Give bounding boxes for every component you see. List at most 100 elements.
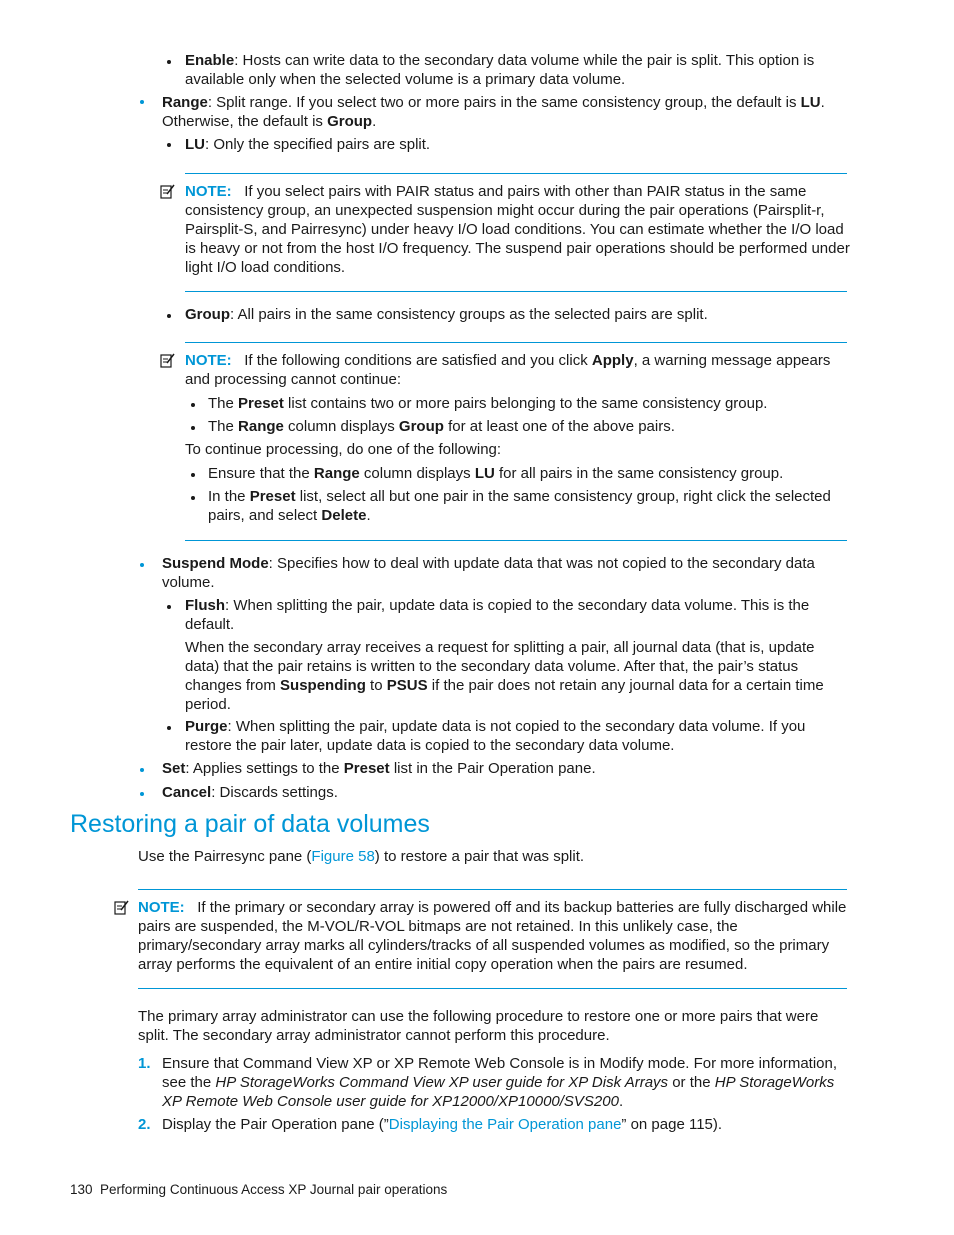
term: Range [238, 418, 284, 435]
term: LU [474, 465, 495, 482]
term: LU [800, 94, 821, 111]
text: . [618, 1093, 624, 1110]
text: Ensure that the [208, 465, 314, 482]
bullet [167, 314, 171, 318]
note-3: NOTE: If the primary or secondary array … [138, 898, 850, 974]
list-item-lu: LU: Only the specified pairs are split. [185, 135, 835, 154]
text: The [208, 418, 239, 435]
note-rule-top [185, 173, 847, 174]
term: LU [185, 136, 205, 153]
term: Range [313, 465, 360, 482]
note-rule-top [138, 889, 847, 890]
term: Enable [185, 52, 235, 69]
text: for all pairs in the same consistency gr… [494, 465, 784, 482]
text: : Split range. If you select two or more… [207, 94, 801, 111]
text: : Applies settings to the [185, 760, 344, 777]
term: Preset [343, 760, 390, 777]
note-2-continue: To continue processing, do one of the fo… [185, 441, 502, 458]
page-footer: 130 Performing Continuous Access XP Jour… [70, 1180, 447, 1199]
step-1: Ensure that Command View XP or XP Remote… [162, 1054, 852, 1111]
note-rule-bottom [185, 540, 847, 541]
note-1: NOTE: If you select pairs with PAIR stat… [185, 182, 850, 277]
list-item-group: Group: All pairs in the same consistency… [185, 305, 835, 324]
list-item-range: Range: Split range. If you select two or… [162, 93, 832, 131]
text: : Hosts can write data to the secondary … [185, 52, 815, 88]
procedure-intro: The primary array administrator can use … [138, 1008, 819, 1044]
list-item-flush: Flush: When splitting the pair, update d… [185, 596, 830, 634]
bullet [140, 563, 144, 567]
note-label: NOTE: [185, 183, 232, 200]
text: list in the Pair Operation pane. [389, 760, 596, 777]
text: or the [668, 1074, 715, 1091]
list-item-purge: Purge: When splitting the pair, update d… [185, 717, 830, 755]
bullet [140, 100, 144, 104]
text: Display the Pair Operation pane (” [162, 1116, 389, 1133]
term: Group [327, 113, 373, 130]
term: Cancel [162, 784, 212, 801]
text: . [366, 507, 371, 524]
note-icon [114, 900, 129, 915]
text: : All pairs in the same consistency grou… [230, 306, 708, 323]
bullet [167, 605, 171, 609]
term: Range [162, 94, 208, 111]
page-number: 130 [70, 1182, 93, 1197]
term: Flush [185, 597, 225, 614]
note-icon [160, 184, 175, 199]
note-rule-bottom [138, 988, 847, 989]
text: ” on page 115). [621, 1116, 723, 1133]
text: : Only the specified pairs are split. [205, 136, 431, 153]
text: Use the Pairresync pane ( [138, 848, 312, 865]
cross-reference-link[interactable]: Displaying the Pair Operation pane [389, 1116, 622, 1133]
note-2-condition: The Range column displays Group for at l… [208, 417, 848, 436]
list-item-suspend-mode: Suspend Mode: Specifies how to deal with… [162, 554, 832, 592]
doc-title: HP StorageWorks Command View XP user gui… [215, 1074, 669, 1091]
note-text: If you select pairs with PAIR status and… [185, 183, 850, 276]
text: column displays [359, 465, 475, 482]
figure-link[interactable]: Figure 58 [311, 848, 374, 865]
term: Preset [238, 395, 284, 412]
list-item-set: Set: Applies settings to the Preset list… [162, 759, 832, 778]
section-heading: Restoring a pair of data volumes [70, 810, 430, 838]
text: : When splitting the pair, update data i… [185, 597, 810, 633]
section-intro: Use the Pairresync pane (Figure 58) to r… [138, 847, 838, 866]
term: Suspending [280, 677, 366, 694]
list-item-cancel: Cancel: Discards settings. [162, 783, 832, 802]
term: Group [185, 306, 230, 323]
term: Group [398, 418, 444, 435]
note-label: NOTE: [185, 352, 232, 369]
text: The [208, 395, 239, 412]
bullet [140, 768, 144, 772]
text: : Discards settings. [211, 784, 338, 801]
bullet [167, 60, 171, 64]
text: list contains two or more pairs belongin… [283, 395, 768, 412]
bullet [167, 726, 171, 730]
note-2-condition: The Preset list contains two or more pai… [208, 394, 848, 413]
text: : When splitting the pair, update data i… [185, 718, 806, 754]
text: . [372, 113, 377, 130]
note-rule-bottom [185, 291, 847, 292]
term: PSUS [386, 677, 428, 694]
chapter-title: Performing Continuous Access XP Journal … [100, 1182, 448, 1197]
text: In the [208, 488, 250, 505]
note-label: NOTE: [138, 899, 185, 916]
note-2-option: Ensure that the Range column displays LU… [208, 464, 848, 483]
term: Preset [249, 488, 296, 505]
text: ) to restore a pair that was split. [374, 848, 585, 865]
bullet [140, 792, 144, 796]
text: If the following conditions are satisfie… [244, 352, 592, 369]
text: for at least one of the above pairs. [443, 418, 675, 435]
bullet [191, 403, 195, 407]
flush-detail: When the secondary array receives a requ… [185, 638, 835, 714]
note-rule-top [185, 342, 847, 343]
text: to [365, 677, 387, 694]
term: Delete [321, 507, 367, 524]
term: Apply [591, 352, 634, 369]
term: Set [162, 760, 186, 777]
bullet [191, 473, 195, 477]
note-icon [160, 353, 175, 368]
step-number: 2. [138, 1116, 151, 1133]
note-2-option: In the Preset list, select all but one p… [208, 487, 838, 525]
term: Purge [185, 718, 228, 735]
step-number: 1. [138, 1055, 151, 1072]
bullet [191, 426, 195, 430]
